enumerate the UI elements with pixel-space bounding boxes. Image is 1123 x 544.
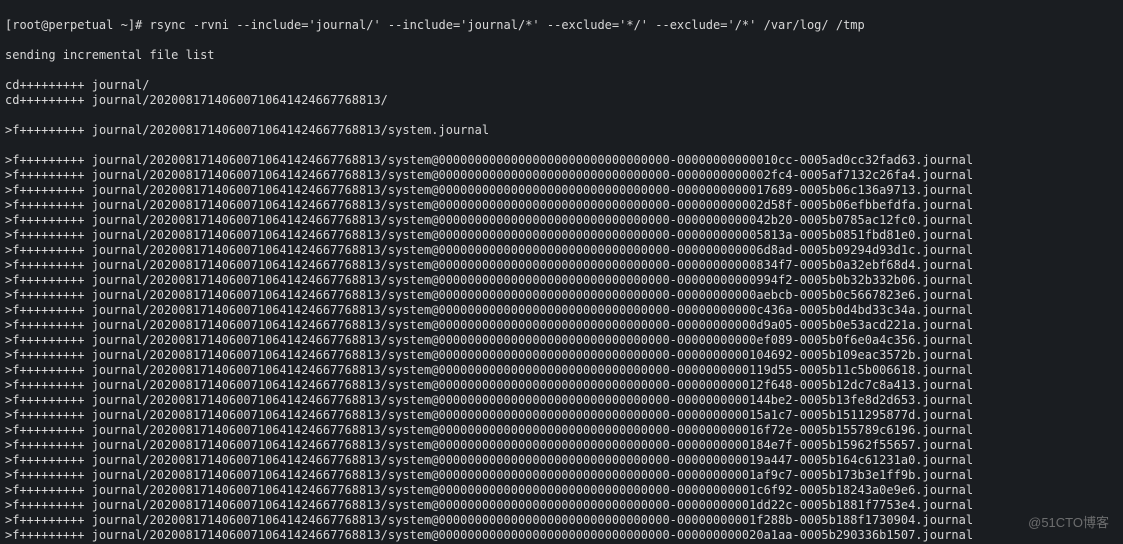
file-line: >f+++++++++ journal/20200817140600710641… — [5, 258, 1118, 273]
file-line: >f+++++++++ journal/20200817140600710641… — [5, 378, 1118, 393]
file-line: >f+++++++++ journal/20200817140600710641… — [5, 318, 1118, 333]
file-line: >f+++++++++ journal/20200817140600710641… — [5, 468, 1118, 483]
watermark: @51CTO博客 — [1028, 515, 1109, 530]
file-line: >f+++++++++ journal/20200817140600710641… — [5, 483, 1118, 498]
file-line: >f+++++++++ journal/20200817140600710641… — [5, 393, 1118, 408]
file-line: >f+++++++++ journal/20200817140600710641… — [5, 288, 1118, 303]
terminal-output[interactable]: [root@perpetual ~]# rsync -rvni --includ… — [0, 0, 1123, 544]
file-line: >f+++++++++ journal/20200817140600710641… — [5, 333, 1118, 348]
header-line: sending incremental file list — [5, 48, 1118, 63]
file-line: >f+++++++++ journal/20200817140600710641… — [5, 123, 1118, 138]
file-line: >f+++++++++ journal/20200817140600710641… — [5, 303, 1118, 318]
file-line: >f+++++++++ journal/20200817140600710641… — [5, 408, 1118, 423]
file-line: >f+++++++++ journal/20200817140600710641… — [5, 213, 1118, 228]
file-line: >f+++++++++ journal/20200817140600710641… — [5, 153, 1118, 168]
file-prefix: >f+++++++++ — [5, 123, 84, 137]
file-path: journal/20200817140600710641424667768813… — [92, 123, 489, 137]
file-line: >f+++++++++ journal/20200817140600710641… — [5, 453, 1118, 468]
file-line: >f+++++++++ journal/20200817140600710641… — [5, 198, 1118, 213]
file-line: >f+++++++++ journal/20200817140600710641… — [5, 498, 1118, 513]
file-line: >f+++++++++ journal/20200817140600710641… — [5, 228, 1118, 243]
file-line: >f+++++++++ journal/20200817140600710641… — [5, 423, 1118, 438]
command-text: rsync -rvni --include='journal/' --inclu… — [150, 18, 865, 32]
dir-line: cd+++++++++ journal/ — [5, 78, 1118, 93]
file-line: >f+++++++++ journal/20200817140600710641… — [5, 243, 1118, 258]
prompt-line: [root@perpetual ~]# rsync -rvni --includ… — [5, 18, 1118, 33]
prompt-userhost: root@perpetual ~ — [12, 18, 128, 32]
file-line: >f+++++++++ journal/20200817140600710641… — [5, 183, 1118, 198]
file-line: >f+++++++++ journal/20200817140600710641… — [5, 438, 1118, 453]
prompt-close: ]# — [128, 18, 150, 32]
file-line: >f+++++++++ journal/20200817140600710641… — [5, 348, 1118, 363]
file-line: >f+++++++++ journal/20200817140600710641… — [5, 168, 1118, 183]
file-line: >f+++++++++ journal/20200817140600710641… — [5, 363, 1118, 378]
file-line: >f+++++++++ journal/20200817140600710641… — [5, 528, 1118, 543]
dir-line: cd+++++++++ journal/20200817140600710641… — [5, 93, 1118, 108]
file-line: >f+++++++++ journal/20200817140600710641… — [5, 513, 1118, 528]
file-line: >f+++++++++ journal/20200817140600710641… — [5, 273, 1118, 288]
